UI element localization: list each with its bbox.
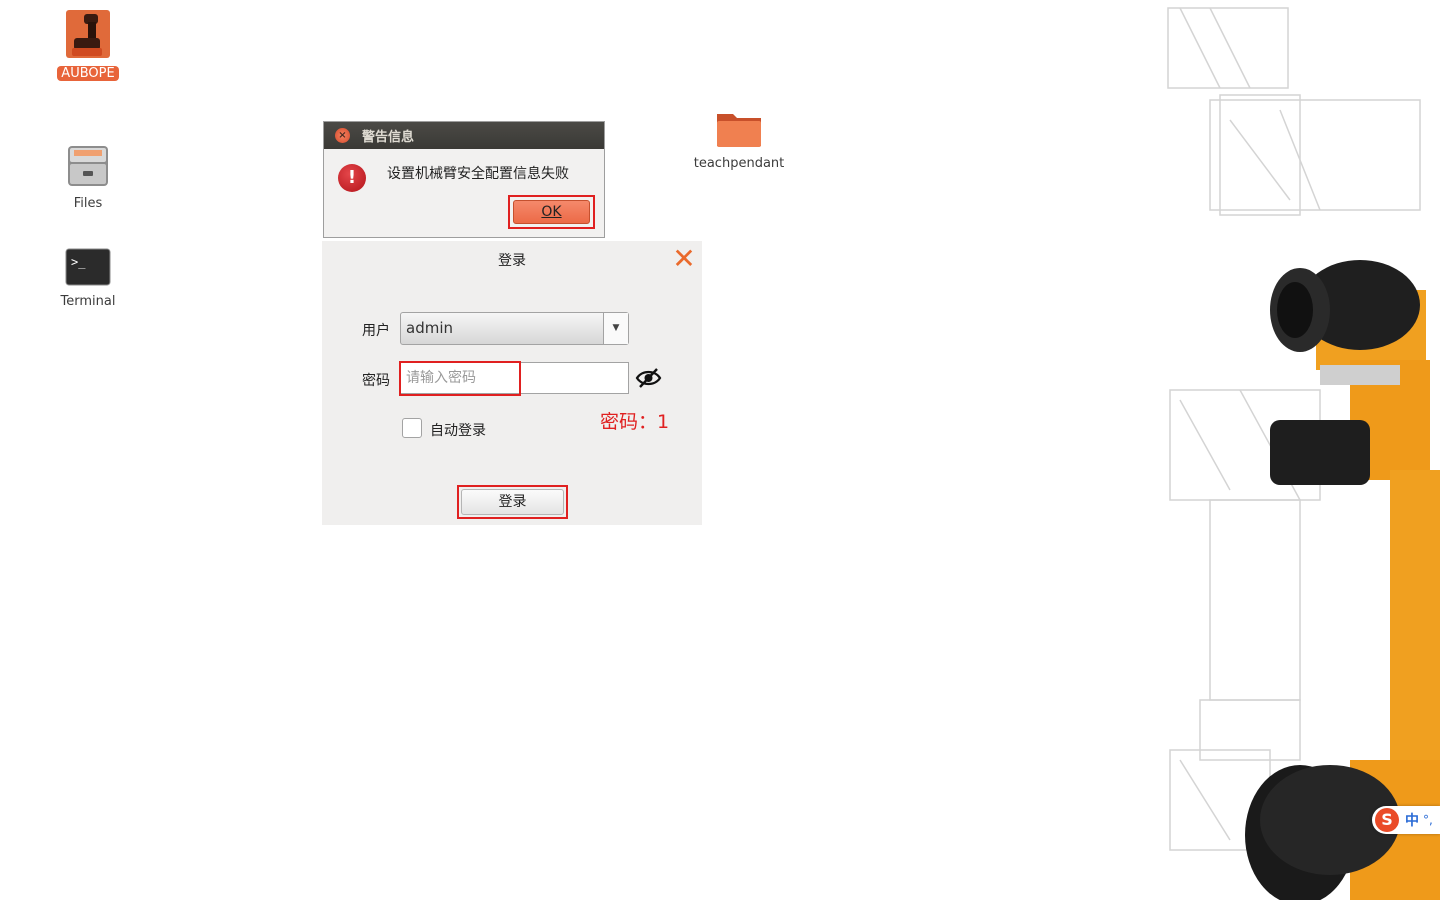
warning-dialog-title: 警告信息 xyxy=(362,130,415,145)
login-button[interactable]: 登录 xyxy=(461,489,564,515)
login-dialog-title: 登录 xyxy=(498,253,526,269)
desktop-icon-label: teachpendant xyxy=(693,156,785,171)
aubope-robot-icon xyxy=(66,10,110,58)
ok-button-label: OK xyxy=(541,204,562,220)
warning-message: 设置机械臂安全配置信息失败 xyxy=(387,166,569,182)
robot-arm-wallpaper xyxy=(1167,7,1440,900)
ok-button[interactable]: OK xyxy=(513,200,590,224)
ime-mode[interactable]: 中 xyxy=(1405,810,1419,830)
desktop-icon-label: AUBOPE xyxy=(57,66,119,81)
sogou-logo-icon: S xyxy=(1375,808,1399,832)
auto-login-label: 自动登录 xyxy=(430,423,486,439)
desktop-icon-label: Terminal xyxy=(60,294,116,309)
user-select-value: admin xyxy=(406,319,453,337)
error-icon: ! xyxy=(338,164,366,192)
file-cabinet-icon xyxy=(68,146,108,186)
user-label: 用户 xyxy=(362,323,390,339)
desktop-icon-terminal[interactable]: >_ Terminal xyxy=(38,248,138,309)
desktop-icon-label: Files xyxy=(73,196,103,211)
user-select[interactable]: admin ▼ xyxy=(400,312,629,345)
password-hint-annotation: 密码：1 xyxy=(600,411,670,433)
password-label: 密码 xyxy=(362,373,390,389)
warning-dialog: × 警告信息 ! 设置机械臂安全配置信息失败 OK xyxy=(323,121,605,238)
terminal-icon: >_ xyxy=(65,248,111,286)
desktop-icon-aubope[interactable]: AUBOPE xyxy=(38,10,138,81)
svg-text:>_: >_ xyxy=(71,255,86,269)
warning-dialog-titlebar: × 警告信息 xyxy=(324,122,604,149)
login-dialog: 登录 ✕ 用户 admin ▼ 密码 自动登录 密码：1 登录 xyxy=(322,241,702,525)
eye-slash-icon[interactable] xyxy=(635,367,662,389)
desktop-icon-files[interactable]: Files xyxy=(38,144,138,211)
desktop-icon-teachpendant[interactable]: teachpendant xyxy=(689,108,789,171)
ime-punct-mode[interactable]: °, xyxy=(1423,813,1433,827)
close-icon[interactable]: ✕ xyxy=(671,245,697,273)
auto-login-checkbox[interactable] xyxy=(402,418,422,438)
password-input[interactable] xyxy=(400,362,629,394)
ime-toolbar[interactable]: S 中 °, xyxy=(1372,806,1440,834)
close-icon[interactable]: × xyxy=(335,128,350,143)
chevron-down-icon[interactable]: ▼ xyxy=(603,313,628,344)
folder-icon xyxy=(717,114,761,147)
